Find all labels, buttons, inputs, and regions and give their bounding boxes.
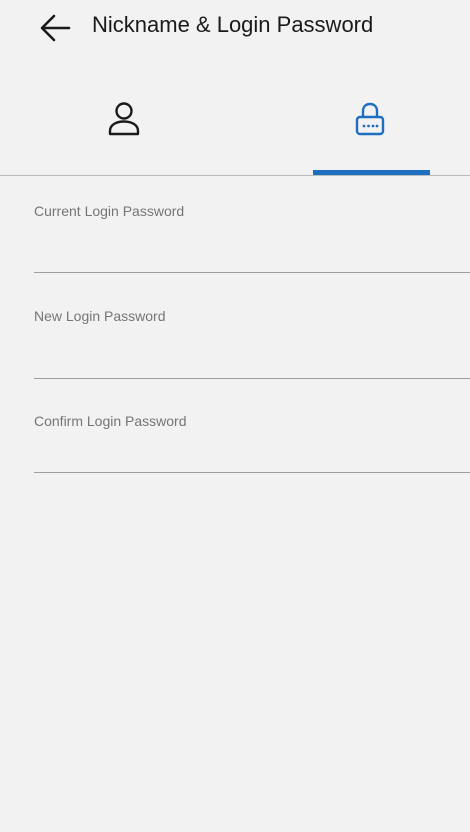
new-password-label: New Login Password xyxy=(34,308,166,324)
confirm-password-underline xyxy=(34,472,470,473)
confirm-password-field: Confirm Login Password xyxy=(34,413,470,475)
tab-bar xyxy=(0,96,470,176)
screen: Nickname & Login Password Current Login … xyxy=(0,0,470,832)
confirm-password-label: Confirm Login Password xyxy=(34,413,187,429)
tab-nickname[interactable] xyxy=(0,96,235,176)
user-icon xyxy=(108,102,140,136)
app-header: Nickname & Login Password xyxy=(0,0,470,56)
back-button[interactable] xyxy=(34,8,74,48)
new-password-input[interactable] xyxy=(34,330,470,370)
lock-icon xyxy=(355,102,385,136)
arrow-left-icon xyxy=(40,14,71,42)
tab-password[interactable] xyxy=(235,96,470,176)
new-password-underline xyxy=(34,378,470,379)
tab-divider xyxy=(0,175,470,176)
current-password-field: Current Login Password xyxy=(34,203,470,275)
current-password-underline xyxy=(34,272,470,273)
current-password-label: Current Login Password xyxy=(34,203,185,219)
page-title: Nickname & Login Password xyxy=(92,12,374,37)
new-password-field: New Login Password xyxy=(34,308,470,380)
current-password-input[interactable] xyxy=(34,225,470,265)
confirm-password-input[interactable] xyxy=(34,435,470,475)
